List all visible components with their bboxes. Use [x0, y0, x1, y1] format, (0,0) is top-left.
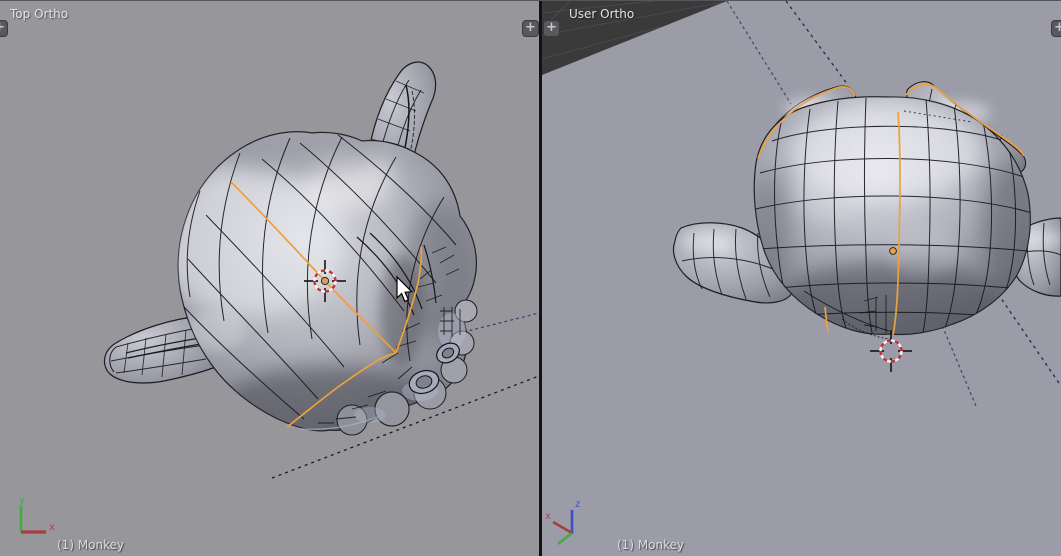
expand-region-button[interactable]: + [1051, 20, 1061, 37]
view-name-label: User Ortho [569, 7, 635, 21]
axis-gizmo-right: z x [545, 499, 580, 546]
blender-window: y x Top Ortho (1) Monkey + + [0, 0, 1061, 556]
expand-region-button[interactable]: + [543, 20, 560, 37]
axis-x-label: x [49, 522, 55, 533]
3d-cursor [870, 330, 912, 372]
expand-region-button[interactable]: + [0, 20, 8, 37]
object-info-label: (1) Monkey [57, 538, 125, 552]
axis-z-label: z [575, 499, 580, 510]
monkey-mesh-user-view[interactable] [672, 81, 1061, 351]
object-info-label: (1) Monkey [617, 538, 685, 552]
viewport-user-ortho-canvas: z x [542, 1, 1061, 546]
axis-gizmo-left: y x [19, 495, 55, 534]
viewport-user-ortho[interactable]: z x User Ortho (1) Monkey + + [542, 1, 1061, 556]
axis-y-label: y [19, 495, 25, 506]
selected-vertex [889, 247, 897, 255]
axis-x-label: x [545, 511, 551, 522]
monkey-mesh-top-view[interactable] [103, 61, 478, 446]
view-name-label: Top Ortho [10, 7, 69, 21]
viewport-top-ortho[interactable]: y x Top Ortho (1) Monkey + + [0, 1, 539, 556]
expand-region-button[interactable]: + [522, 20, 539, 37]
viewport-top-ortho-canvas: y x [19, 61, 539, 534]
